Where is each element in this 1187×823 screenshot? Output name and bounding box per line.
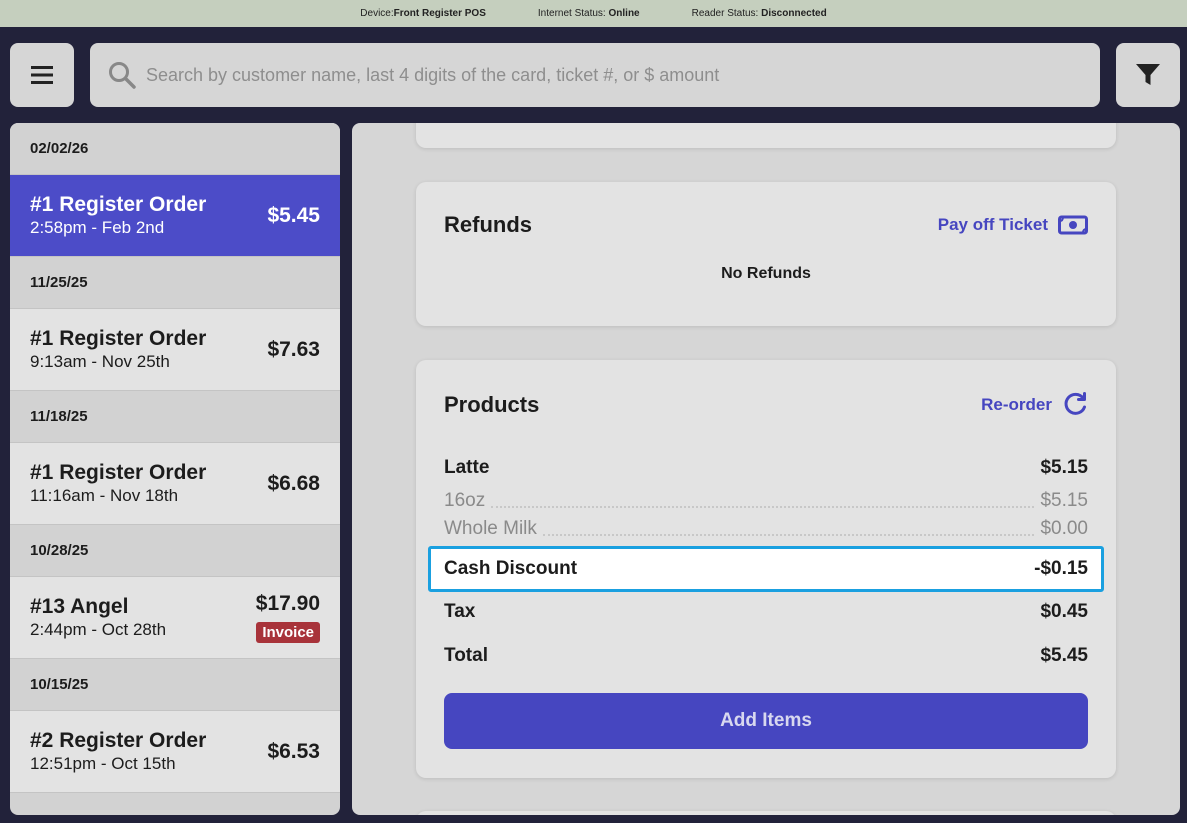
ticket-name: #1 Register Order: [30, 460, 207, 484]
product-line: Latte $5.15: [444, 457, 1088, 479]
tax-label: Tax: [444, 601, 476, 622]
discount-label: Cash Discount: [444, 558, 578, 579]
cash-icon: [1058, 215, 1088, 235]
ticket-name: #1 Register Order: [30, 192, 207, 216]
modifier-name: Whole Milk: [444, 518, 537, 539]
ticket-time: 2:44pm - Oct 28th: [30, 619, 167, 639]
ticket-amount: $17.90: [255, 592, 320, 615]
tax-line: Tax $0.45: [444, 601, 1088, 623]
product-price: $5.15: [1040, 457, 1088, 478]
ticket-amount: $6.53: [267, 739, 320, 763]
refunds-card: Refunds Pay off Ticket No Refunds: [416, 182, 1116, 326]
hamburger-icon: [31, 66, 53, 84]
discount-value: -$0.15: [1034, 558, 1088, 579]
ticket-item-selected[interactable]: #1 Register Order 2:58pm - Feb 2nd $5.45: [10, 175, 340, 257]
ticket-item[interactable]: #1 Register Order 9:13am - Nov 25th $7.6…: [10, 309, 340, 391]
previous-card: [416, 123, 1116, 148]
menu-button[interactable]: [10, 43, 74, 107]
ticket-amount: $7.63: [267, 337, 320, 361]
device-status: Device:Front Register POS: [360, 8, 486, 19]
product-name: Latte: [444, 457, 490, 478]
ticket-name: #2 Register Order: [30, 728, 207, 752]
search-bar[interactable]: [90, 43, 1100, 107]
ticket-list: 02/02/26 #1 Register Order 2:58pm - Feb …: [10, 123, 340, 815]
ticket-item[interactable]: #1 Register Order 11:16am - Nov 18th $6.…: [10, 443, 340, 525]
tax-value: $0.45: [1040, 601, 1088, 622]
status-bar: Device:Front Register POS Internet Statu…: [0, 0, 1187, 27]
modifier-line: Whole Milk $0.00: [444, 518, 1088, 540]
pay-off-ticket-button[interactable]: Pay off Ticket: [938, 214, 1088, 236]
refunds-title: Refunds: [444, 212, 532, 237]
ticket-detail-panel[interactable]: Refunds Pay off Ticket No Refunds Produc…: [352, 123, 1180, 815]
search-input[interactable]: [146, 64, 1046, 86]
ticket-time: 11:16am - Nov 18th: [30, 485, 179, 505]
refresh-icon: [1064, 392, 1086, 415]
ticket-name: #1 Register Order: [30, 326, 207, 350]
filter-icon: [1136, 64, 1160, 85]
ticket-time: 2:58pm - Feb 2nd: [30, 217, 165, 237]
date-header: 10/15/25: [10, 659, 340, 711]
date-header: 11/25/25: [10, 257, 340, 309]
reorder-button[interactable]: Re-order: [981, 392, 1088, 418]
invoice-badge: Invoice: [256, 622, 320, 643]
no-refunds-text: No Refunds: [721, 265, 811, 282]
modifier-price: $5.15: [1040, 490, 1088, 511]
ticket-item[interactable]: #2 Register Order 12:51pm - Oct 15th $6.…: [10, 711, 340, 793]
ticket-item[interactable]: #13 Angel 2:44pm - Oct 28th $17.90 Invoi…: [10, 577, 340, 659]
next-card: [416, 811, 1116, 815]
reader-status: Reader Status: Disconnected: [691, 8, 827, 19]
date-header: 11/18/25: [10, 391, 340, 443]
pay-off-ticket-label: Pay off Ticket: [937, 215, 1048, 234]
filter-button[interactable]: [1116, 43, 1180, 107]
internet-status: Internet Status: Online: [537, 8, 640, 19]
date-header: 02/02/26: [10, 123, 340, 175]
reorder-label: Re-order: [981, 395, 1052, 414]
ticket-name: #13 Angel: [30, 594, 129, 618]
products-title: Products: [444, 392, 540, 417]
total-label: Total: [444, 645, 488, 666]
ticket-time: 9:13am - Nov 25th: [30, 351, 170, 371]
ticket-time: 12:51pm - Oct 15th: [30, 753, 176, 773]
search-icon: [109, 62, 136, 89]
date-header: 10/28/25: [10, 525, 340, 577]
modifier-price: $0.00: [1040, 518, 1088, 539]
total-value: $5.45: [1040, 645, 1088, 666]
products-card: Products Re-order Latte $5.15 16oz $5.15…: [416, 360, 1116, 778]
modifier-name: 16oz: [444, 490, 486, 511]
modifier-line: 16oz $5.15: [444, 490, 1088, 512]
ticket-amount: $6.68: [267, 471, 320, 495]
total-line: Total $5.45: [444, 645, 1088, 667]
cash-discount-row[interactable]: Cash Discount -$0.15: [428, 546, 1104, 592]
add-items-button[interactable]: Add Items: [444, 693, 1088, 749]
ticket-amount: $5.45: [267, 203, 320, 227]
